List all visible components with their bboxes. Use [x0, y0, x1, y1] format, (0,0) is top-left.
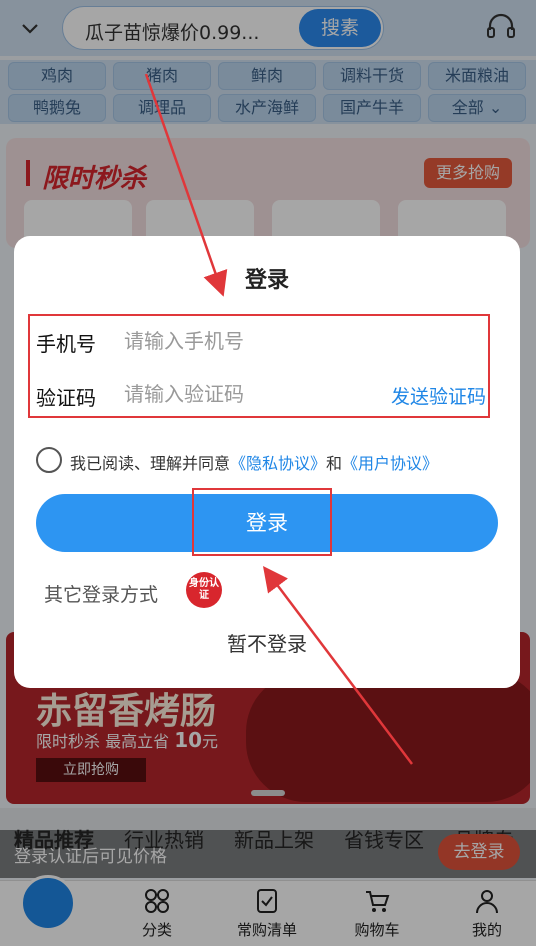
agreement-prefix: 我已阅读、理解并同意	[70, 454, 231, 473]
dialog-title: 登录	[244, 268, 289, 293]
phone-label: 手机号	[36, 332, 96, 356]
privacy-link[interactable]: 《隐私协议》	[230, 454, 326, 473]
agreement-and: 和	[326, 454, 343, 473]
identity-auth-icon[interactable]: 身份认证	[186, 572, 222, 608]
skip-login-button[interactable]: 暂不登录	[14, 628, 520, 657]
agree-checkbox[interactable]	[36, 447, 62, 473]
send-code-button[interactable]: 发送验证码	[391, 382, 486, 409]
phone-input[interactable]	[124, 326, 374, 356]
login-button[interactable]: 登录	[36, 494, 498, 552]
code-input[interactable]	[124, 379, 364, 409]
agreement-text: 我已阅读、理解并同意《隐私协议》和《用户协议》	[70, 450, 438, 474]
code-label: 验证码	[36, 386, 96, 410]
agreement-row: 我已阅读、理解并同意《隐私协议》和《用户协议》	[36, 446, 506, 476]
login-dialog: 登录 手机号 验证码 发送验证码 我已阅读、理解并同意《隐私协议》和《用户协议》…	[14, 236, 520, 688]
other-login-label: 其它登录方式	[44, 584, 159, 606]
user-agreement-link[interactable]: 《用户协议》	[342, 454, 438, 473]
